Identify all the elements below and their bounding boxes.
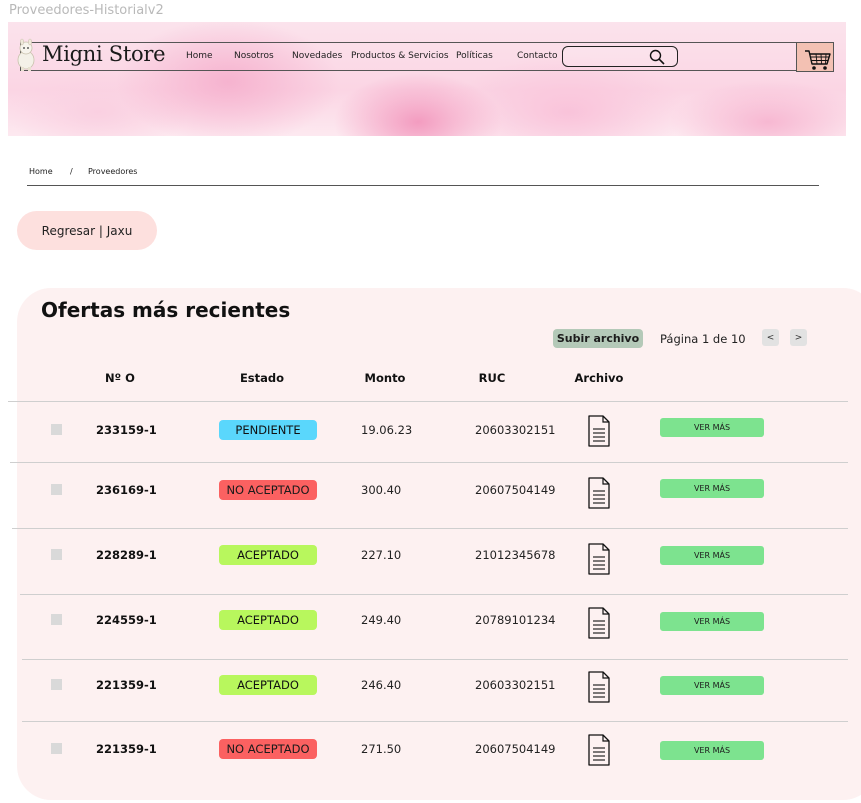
offer-number: 221359-1 xyxy=(96,678,157,692)
row-divider xyxy=(22,659,848,660)
breadcrumb-separator: / xyxy=(70,167,73,176)
cart-button[interactable] xyxy=(796,42,834,72)
frame-title: Proveedores-Historialv2 xyxy=(9,3,164,18)
offer-amount: 249.40 xyxy=(361,613,402,627)
status-badge: ACEPTADO xyxy=(219,545,317,565)
view-more-button[interactable]: VER MÁS xyxy=(660,479,764,498)
offer-amount: 300.40 xyxy=(361,483,402,497)
document-icon[interactable] xyxy=(587,607,611,639)
nav-contacto[interactable]: Contacto xyxy=(517,51,558,61)
column-header-file: Archivo xyxy=(574,371,624,385)
offer-ruc: 20789101234 xyxy=(475,613,556,627)
offer-amount: 227.10 xyxy=(361,548,402,562)
view-more-button[interactable]: VER MÁS xyxy=(660,546,764,565)
view-more-button[interactable]: VER MÁS xyxy=(660,418,764,437)
breadcrumb-home[interactable]: Home xyxy=(29,167,53,176)
document-icon[interactable] xyxy=(587,734,611,766)
row-divider xyxy=(22,721,848,722)
status-badge: NO ACEPTADO xyxy=(219,739,317,759)
row-checkbox[interactable] xyxy=(51,614,62,625)
panel-title: Ofertas más recientes xyxy=(41,298,291,322)
hero-banner xyxy=(8,22,846,136)
row-checkbox[interactable] xyxy=(51,679,62,690)
status-badge: NO ACEPTADO xyxy=(219,480,317,500)
row-checkbox[interactable] xyxy=(51,743,62,754)
offer-amount: 246.40 xyxy=(361,678,402,692)
nav-home[interactable]: Home xyxy=(186,51,213,61)
breadcrumb-divider xyxy=(27,185,819,186)
offer-ruc: 20603302151 xyxy=(475,678,556,692)
nav-novedades[interactable]: Novedades xyxy=(292,51,342,61)
document-icon[interactable] xyxy=(587,543,611,575)
row-checkbox[interactable] xyxy=(51,484,62,495)
offer-ruc: 20607504149 xyxy=(475,483,556,497)
prev-page-button[interactable]: < xyxy=(762,329,779,346)
offer-amount: 19.06.23 xyxy=(361,423,413,437)
document-icon[interactable] xyxy=(587,477,611,509)
offer-number: 221359-1 xyxy=(96,742,157,756)
nav-nosotros[interactable]: Nosotros xyxy=(234,51,274,61)
row-divider xyxy=(8,401,848,402)
search-icon[interactable] xyxy=(649,49,665,65)
offer-amount: 271.50 xyxy=(361,742,402,756)
status-badge: PENDIENTE xyxy=(219,420,317,440)
document-icon[interactable] xyxy=(587,415,611,447)
column-header-number: Nº O xyxy=(105,371,135,385)
offer-number: 224559-1 xyxy=(96,613,157,627)
offer-ruc: 20607504149 xyxy=(475,742,556,756)
offer-number: 228289-1 xyxy=(96,548,157,562)
pagination-label: Página 1 de 10 xyxy=(660,332,746,346)
row-divider xyxy=(10,462,848,463)
document-icon[interactable] xyxy=(587,671,611,703)
view-more-button[interactable]: VER MÁS xyxy=(660,612,764,631)
row-divider xyxy=(12,528,848,529)
column-header-status: Estado xyxy=(239,371,285,385)
offer-ruc: 21012345678 xyxy=(475,548,556,562)
nav-productos-servicios[interactable]: Productos & Servicios xyxy=(351,51,449,61)
offer-ruc: 20603302151 xyxy=(475,423,556,437)
view-more-button[interactable]: VER MÁS xyxy=(660,676,764,695)
column-header-ruc: RUC xyxy=(478,371,506,385)
status-badge: ACEPTADO xyxy=(219,675,317,695)
row-checkbox[interactable] xyxy=(51,549,62,560)
nav-politicas[interactable]: Políticas xyxy=(456,51,493,61)
breadcrumb-current[interactable]: Proveedores xyxy=(88,167,137,176)
search-input[interactable] xyxy=(562,46,678,67)
brand-name[interactable]: Migni Store xyxy=(42,42,166,66)
view-more-button[interactable]: VER MÁS xyxy=(660,741,764,760)
back-button[interactable]: Regresar | Jaxu xyxy=(17,211,157,250)
llama-icon xyxy=(17,38,35,71)
cart-icon xyxy=(805,50,831,70)
next-page-button[interactable]: > xyxy=(790,329,807,346)
offer-number: 233159-1 xyxy=(96,423,157,437)
offers-panel xyxy=(17,288,861,800)
offer-number: 236169-1 xyxy=(96,483,157,497)
upload-file-button[interactable]: Subir archivo xyxy=(553,329,643,348)
row-divider xyxy=(20,594,848,595)
status-badge: ACEPTADO xyxy=(219,610,317,630)
column-header-amount: Monto xyxy=(364,371,406,385)
row-checkbox[interactable] xyxy=(51,424,62,435)
